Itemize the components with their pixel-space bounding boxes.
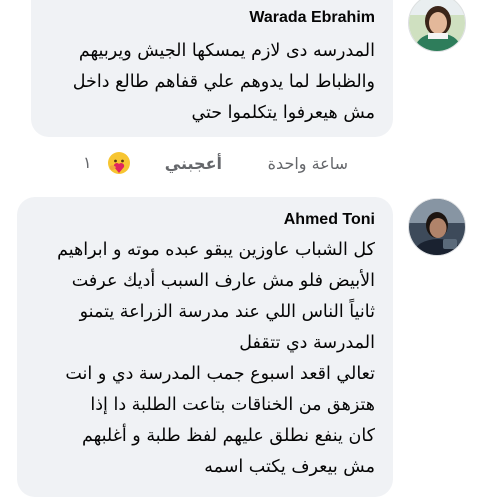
comment-line: تعالي اقعد اسبوع جمب المدرسة دي و انت — [65, 364, 375, 384]
comment-ahmed: Ahmed Toni كل الشباب عاوزين يبقو عبده مو… — [0, 190, 480, 497]
comment-actions: ساعة واحدة أعجبني رد — [48, 154, 348, 176]
comment-warada: Warada Ebrahim المدرسه دى لازم يمسكها ال… — [0, 0, 480, 190]
comment-author[interactable]: Warada Ebrahim — [249, 9, 375, 27]
profile-photo-icon — [409, 199, 465, 255]
avatar[interactable] — [408, 198, 466, 256]
comment-line: المدرسه دى لازم يمسكها الجيش ويربيهم — [78, 41, 375, 61]
comment-line: كل الشباب عاوزين يبقو عبده موته و ابراهي… — [57, 240, 375, 260]
comment-line: مش بيعرف يكتب اسمه — [204, 457, 375, 477]
care-emoji-icon[interactable] — [107, 151, 131, 175]
comment-line: مش هيعرفوا يتكلموا حتي — [191, 103, 375, 123]
reaction-count[interactable]: ١ — [83, 153, 92, 172]
comment-body: المدرسه دى لازم يمسكها الجيش ويربيهم وال… — [73, 36, 375, 129]
comment-line: ثانياً الناس اللي عند مدرسة الزراعة يتمن… — [79, 302, 375, 322]
comment-author[interactable]: Ahmed Toni — [284, 211, 375, 229]
comment-line: والظباط لما يدوهم علي قفاهم طالع داخل — [72, 72, 375, 92]
comment-line: المدرسة دي تتقفل — [239, 333, 375, 353]
comment-line: الأبيض فلو مش عارف السبب أديك عرفت — [71, 271, 375, 291]
comment-line: كان ينفع نطلق عليهم لفظ طلبة و أغلبهم — [81, 426, 375, 446]
comment-body: كل الشباب عاوزين يبقو عبده موته و ابراهي… — [57, 235, 375, 483]
avatar[interactable] — [408, 0, 466, 52]
like-button[interactable]: أعجبني — [165, 154, 222, 173]
comment-line: هتزهق من الخناقات بتاعت الطلبة دا إذا — [90, 395, 375, 415]
comment-timestamp[interactable]: ساعة واحدة — [268, 154, 348, 173]
profile-photo-icon — [409, 0, 465, 51]
